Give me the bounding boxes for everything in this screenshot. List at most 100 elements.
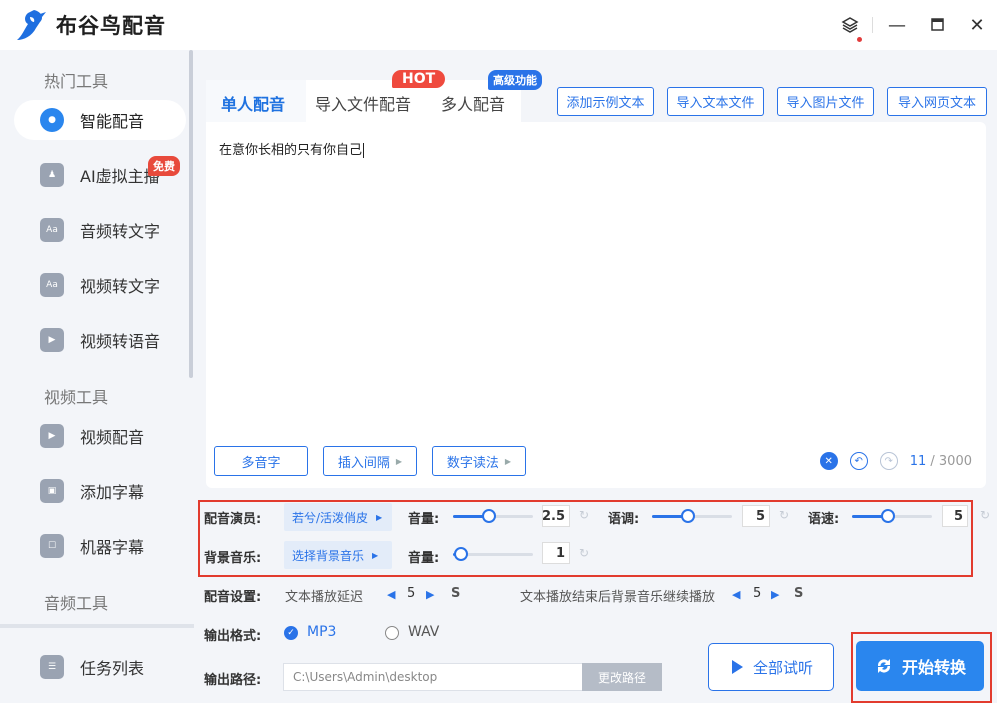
text-editor[interactable]: 在意你长相的只有你自己 多音字 插入间隔 ▶ 数字读法 ▶ ✕ ↶ ↷ 11 / 3… [206, 122, 986, 488]
speed-value[interactable]: 5 [942, 505, 968, 527]
slider-knob[interactable] [881, 509, 895, 523]
wav-radio[interactable] [385, 626, 399, 640]
start-highlight: 开始转换 [851, 632, 992, 703]
polyphone-label: 多音字 [241, 455, 281, 471]
video-voice-icon: ▶ [40, 328, 64, 352]
listen-all-button[interactable]: 全部试听 [708, 643, 834, 691]
sidebar-item-label: 视频配音 [80, 428, 145, 447]
delay-value[interactable]: 5 [407, 586, 415, 601]
video-text-icon: Aa [40, 273, 64, 297]
sidebar-item-audio-to-text[interactable]: Aa 音频转文字 [14, 210, 186, 250]
insert-pause-label: 插入间隔 [337, 455, 390, 471]
section-hot-tools: 热门工具 [44, 72, 109, 91]
bgm-continue-value[interactable]: 5 [753, 586, 761, 601]
import-image-file-button[interactable]: 导入图片文件 [777, 87, 874, 116]
sidebar-scrollbar[interactable] [189, 50, 193, 378]
char-max: / 3000 [930, 453, 972, 469]
slider-knob[interactable] [454, 547, 468, 561]
mode-tabs: 单人配音 导入文件配音 多人配音 [206, 80, 521, 122]
insert-pause-button[interactable]: 插入间隔 ▶ [323, 446, 417, 476]
clear-icon[interactable]: ✕ [819, 452, 838, 470]
bgm-volume-value[interactable]: 1 [542, 542, 570, 564]
bgm-continue-label: 文本播放结束后背景音乐继续播放 [520, 590, 716, 605]
caret-right-icon: ▶ [376, 512, 383, 522]
bird-logo-icon [17, 10, 46, 40]
tone-slider[interactable] [652, 508, 732, 524]
sidebar-item-smart-dubbing[interactable]: ● 智能配音 [14, 100, 186, 140]
slider-knob[interactable] [681, 509, 695, 523]
import-text-file-button[interactable]: 导入文本文件 [667, 87, 764, 116]
caret-right-icon: ▶ [372, 550, 379, 560]
editor-content[interactable]: 在意你长相的只有你自己 [219, 139, 365, 158]
reset-icon[interactable]: ↻ [980, 508, 990, 522]
number-reading-button[interactable]: 数字读法 ▶ [432, 446, 526, 476]
mp3-label[interactable]: MP3 [307, 624, 336, 640]
mp3-radio[interactable]: ✓ [284, 626, 298, 640]
char-counter: 11 / 3000 [910, 454, 972, 469]
editor-tools: ✕ ↶ ↷ 11 / 3000 [819, 452, 972, 470]
increase-bgm-continue-icon[interactable]: ▶ [771, 588, 779, 601]
free-badge: 免费 [148, 156, 180, 176]
slider-knob[interactable] [482, 509, 496, 523]
tab-import-file-dubbing[interactable]: 导入文件配音 [315, 91, 411, 115]
subtitle-icon: ▣ [40, 479, 64, 503]
bgm-continue-unit: S [794, 586, 804, 601]
output-path-label: 输出路径: [204, 673, 262, 688]
sidebar-item-label: 任务列表 [80, 659, 145, 678]
text-caret [363, 143, 365, 158]
bgm-select[interactable]: 选择背景音乐 ▶ [284, 541, 392, 569]
increase-delay-icon[interactable]: ▶ [426, 588, 434, 601]
add-sample-text-button[interactable]: 添加示例文本 [557, 87, 654, 116]
reset-icon[interactable]: ↻ [579, 546, 589, 560]
sidebar-item-task-list[interactable]: ☰ 任务列表 [14, 647, 186, 687]
sidebar-item-video-dubbing[interactable]: ▶ 视频配音 [14, 416, 186, 456]
caret-right-icon: ▶ [504, 456, 512, 466]
voice-actor-value: 若兮/活泼俏皮 [292, 510, 369, 525]
change-path-button[interactable]: 更改路径 [582, 663, 662, 691]
polyphone-button[interactable]: 多音字 [214, 446, 308, 476]
editor-text: 在意你长相的只有你自己 [219, 143, 363, 158]
output-format-label: 输出格式: [204, 629, 262, 644]
listen-all-label: 全部试听 [752, 658, 813, 677]
tone-value[interactable]: 5 [742, 505, 770, 527]
speed-slider[interactable] [852, 508, 932, 524]
reset-icon[interactable]: ↻ [579, 508, 589, 522]
minimize-button[interactable]: — [877, 15, 917, 36]
wav-label[interactable]: WAV [408, 624, 439, 640]
redo-icon[interactable]: ↷ [879, 452, 898, 470]
layers-icon [841, 17, 859, 33]
delay-label: 文本播放延迟 [285, 590, 364, 605]
title-separator [872, 17, 873, 33]
layers-button[interactable] [832, 16, 868, 42]
tab-single-dubbing[interactable]: 单人配音 [221, 91, 285, 115]
sidebar-item-label: 机器字幕 [80, 538, 145, 557]
bgm-volume-label: 音量: [408, 551, 440, 566]
number-reading-label: 数字读法 [446, 455, 499, 471]
sidebar-item-machine-subtitle[interactable]: ☐ 机器字幕 [14, 526, 186, 566]
sidebar-item-label: 音频转文字 [80, 222, 161, 241]
sidebar-item-video-to-voice[interactable]: ▶ 视频转语音 [14, 320, 186, 360]
sidebar-item-video-to-text[interactable]: Aa 视频转文字 [14, 265, 186, 305]
output-path-field[interactable]: C:\Users\Admin\desktop [283, 663, 583, 691]
import-web-text-button[interactable]: 导入网页文本 [887, 87, 987, 116]
voice-actor-select[interactable]: 若兮/活泼俏皮 ▶ [284, 503, 392, 531]
volume-slider[interactable] [453, 508, 533, 524]
sidebar-item-label: 视频转语音 [80, 332, 161, 351]
decrease-bgm-continue-icon[interactable]: ◀ [732, 588, 740, 601]
sidebar-item-add-subtitle[interactable]: ▣ 添加字幕 [14, 471, 186, 511]
volume-value[interactable]: 2.5 [542, 505, 570, 527]
bgm-volume-slider[interactable] [453, 546, 533, 562]
sidebar-item-label: 智能配音 [80, 112, 145, 131]
tab-multi-dubbing[interactable]: 多人配音 [441, 91, 505, 115]
decrease-delay-icon[interactable]: ◀ [387, 588, 395, 601]
start-convert-button[interactable]: 开始转换 [856, 641, 984, 691]
close-button[interactable]: ✕ [957, 15, 997, 36]
video-dub-icon: ▶ [40, 424, 64, 448]
reset-icon[interactable]: ↻ [779, 508, 789, 522]
maximize-button[interactable] [917, 15, 957, 36]
app-title: 布谷鸟配音 [56, 14, 166, 38]
audio-text-icon: Aa [40, 218, 64, 242]
undo-icon[interactable]: ↶ [849, 452, 868, 470]
sidebar-divider [0, 624, 194, 628]
voice-icon: ● [40, 108, 64, 132]
